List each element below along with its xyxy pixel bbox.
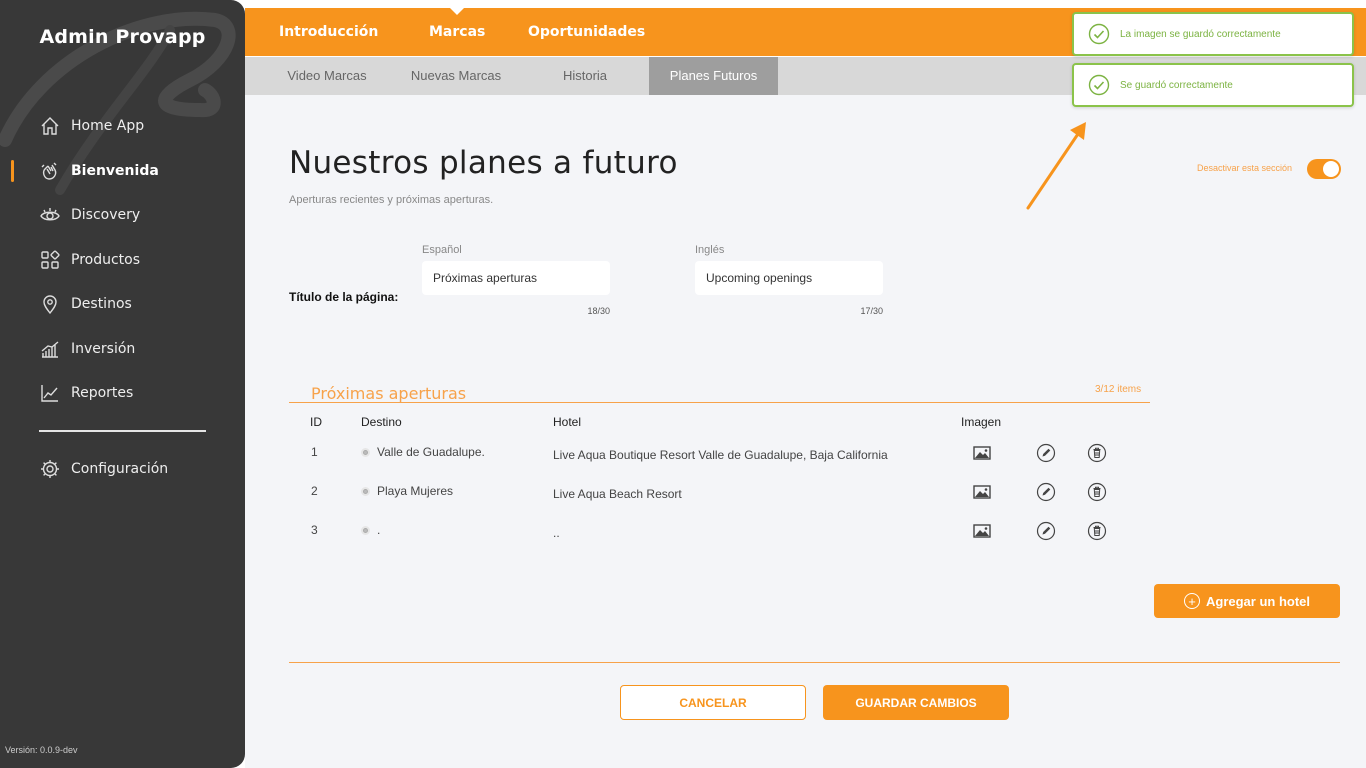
edit-icon[interactable] (1036, 443, 1056, 463)
radio-dot-icon (361, 448, 370, 457)
row-destino: Valle de Guadalupe. (361, 445, 485, 459)
toast-message: Se guardó correctamente (1120, 79, 1233, 91)
tab-marcas[interactable]: Marcas (429, 8, 485, 56)
sidebar-config: Configuración (0, 447, 245, 492)
subtab-planes-futuros[interactable]: Planes Futuros (649, 57, 778, 95)
english-char-count: 17/30 (860, 306, 883, 316)
radio-dot-icon (361, 487, 370, 496)
page-title: Nuestros planes a futuro (289, 145, 678, 181)
cancel-button[interactable]: CANCELAR (620, 685, 806, 720)
column-header-destino: Destino (361, 415, 402, 429)
tab-introduccion[interactable]: Introducción (279, 8, 378, 56)
sidebar-item-label: Configuración (71, 461, 169, 478)
edit-icon[interactable] (1036, 521, 1056, 541)
home-icon (39, 115, 61, 137)
spanish-label: Español (422, 244, 462, 256)
annotation-arrow-icon (1026, 122, 1086, 210)
sidebar-nav: Home App Bienvenida Discovery Productos … (0, 104, 245, 416)
spanish-title-input[interactable] (422, 261, 610, 295)
line-chart-icon (39, 382, 61, 404)
sidebar-item-label: Inversión (71, 340, 136, 357)
sidebar: Admin Provapp Home App Bienvenida Discov… (0, 0, 245, 768)
spanish-field-group: Español 18/30 (422, 244, 610, 316)
waving-hand-icon (39, 160, 61, 182)
sidebar-item-label: Productos (71, 251, 141, 268)
row-hotel: Live Aqua Beach Resort (553, 487, 682, 501)
sidebar-item-discovery[interactable]: Discovery (0, 193, 245, 238)
page-subtitle: Aperturas recientes y próximas aperturas… (289, 194, 494, 206)
table-row: 1 Valle de Guadalupe. Live Aqua Boutique… (245, 440, 1366, 479)
section-title: Próximas aperturas (311, 384, 467, 403)
sidebar-item-inversion[interactable]: Inversión (0, 327, 245, 372)
footer-divider (289, 662, 1340, 663)
image-icon[interactable] (972, 482, 992, 502)
sidebar-item-bienvenida[interactable]: Bienvenida (0, 149, 245, 194)
check-circle-icon (1088, 23, 1110, 45)
sidebar-divider (39, 430, 206, 432)
sidebar-item-label: Home App (71, 118, 145, 135)
radio-dot-icon (361, 526, 370, 535)
section-divider (289, 402, 1150, 403)
plus-circle-icon: + (1183, 593, 1200, 609)
column-header-hotel: Hotel (553, 415, 582, 429)
sidebar-item-label: Discovery (71, 207, 141, 224)
check-circle-icon (1088, 74, 1110, 96)
subtab-historia[interactable]: Historia (527, 57, 643, 95)
table-row: 2 Playa Mujeres Live Aqua Beach Resort (245, 479, 1366, 518)
bar-chart-icon (39, 338, 61, 360)
row-hotel: Live Aqua Boutique Resort Valle de Guada… (553, 448, 888, 462)
english-field-group: Inglés 17/30 (695, 244, 883, 316)
english-title-input[interactable] (695, 261, 883, 295)
edit-icon[interactable] (1036, 482, 1056, 502)
image-icon[interactable] (972, 443, 992, 463)
trash-icon[interactable] (1087, 521, 1107, 541)
trash-icon[interactable] (1087, 482, 1107, 502)
toast-saved: Se guardó correctamente (1072, 63, 1354, 107)
row-destino: . (361, 523, 380, 537)
eye-icon (39, 204, 61, 226)
table-row: 3 . .. (245, 518, 1366, 557)
column-header-id: ID (310, 415, 322, 429)
sidebar-item-label: Reportes (71, 385, 134, 402)
grid-icon (39, 249, 61, 271)
toast-image-saved: La imagen se guardó correctamente (1072, 12, 1354, 56)
sidebar-item-label: Bienvenida (71, 162, 159, 179)
row-hotel: .. (553, 526, 560, 540)
app-title: Admin Provapp (39, 26, 206, 48)
save-changes-button[interactable]: GUARDAR CAMBIOS (823, 685, 1009, 720)
column-header-imagen: Imagen (961, 415, 1002, 429)
row-id: 1 (311, 445, 318, 459)
page-title-field-label: Título de la página: (289, 290, 399, 304)
trash-icon[interactable] (1087, 443, 1107, 463)
tab-oportunidades[interactable]: Oportunidades (528, 8, 645, 56)
toggle-knob (1323, 161, 1339, 177)
spanish-char-count: 18/30 (587, 306, 610, 316)
sidebar-item-configuracion[interactable]: Configuración (0, 447, 245, 492)
add-hotel-label: Agregar un hotel (1205, 593, 1310, 609)
row-destino: Playa Mujeres (361, 484, 453, 498)
row-id: 2 (311, 484, 318, 498)
sidebar-item-reportes[interactable]: Reportes (0, 371, 245, 416)
subtab-video-marcas[interactable]: Video Marcas (269, 57, 385, 95)
sidebar-item-destinos[interactable]: Destinos (0, 282, 245, 327)
gear-icon (39, 458, 61, 480)
image-icon[interactable] (972, 521, 992, 541)
toggle-label: Desactivar esta sección (1197, 163, 1293, 173)
row-id: 3 (311, 523, 318, 537)
sidebar-item-productos[interactable]: Productos (0, 238, 245, 283)
main-content: Nuestros planes a futuro Aperturas recie… (245, 95, 1366, 768)
add-hotel-button[interactable]: + Agregar un hotel (1154, 584, 1340, 618)
sidebar-item-label: Destinos (71, 296, 132, 313)
sidebar-item-home-app[interactable]: Home App (0, 104, 245, 149)
version-text: Versión: 0.0.9-dev (5, 745, 78, 755)
subtab-nuevas-marcas[interactable]: Nuevas Marcas (398, 57, 514, 95)
section-toggle[interactable] (1307, 159, 1341, 179)
toast-message: La imagen se guardó correctamente (1120, 28, 1281, 40)
location-pin-icon (39, 293, 61, 315)
english-label: Inglés (695, 244, 725, 256)
section-item-count: 3/12 items (1095, 384, 1142, 395)
